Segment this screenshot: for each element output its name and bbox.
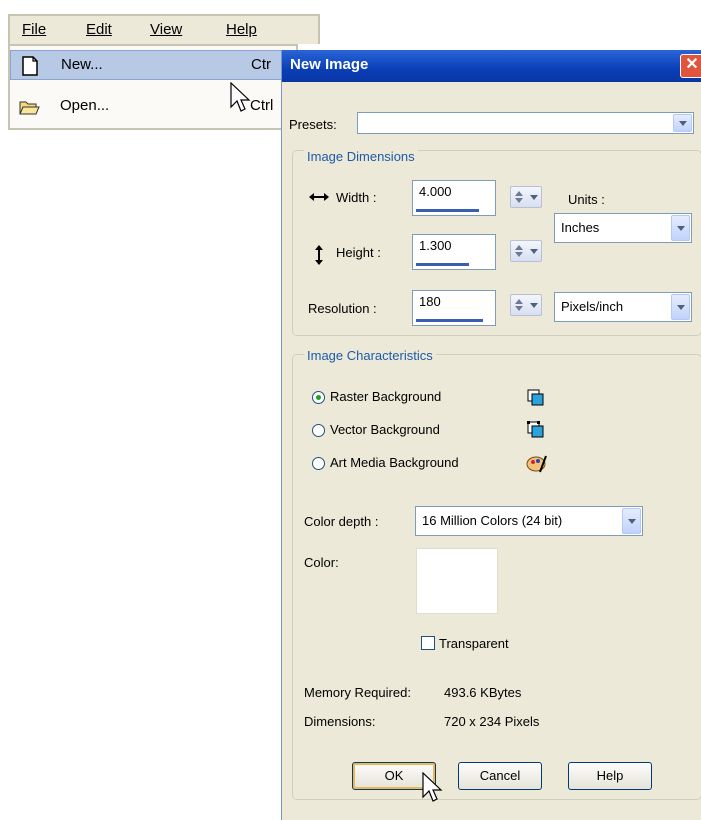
height-arrows-icon	[315, 245, 323, 265]
width-arrows-icon	[309, 193, 329, 201]
height-label: Height :	[336, 245, 381, 260]
transparent-checkbox[interactable]	[421, 636, 435, 650]
art-media-background-label: Art Media Background	[330, 455, 459, 470]
new-document-icon	[22, 56, 38, 76]
color-label: Color:	[304, 555, 339, 570]
cancel-button[interactable]: Cancel	[458, 762, 542, 790]
help-button[interactable]: Help	[568, 762, 652, 790]
color-swatch[interactable]	[416, 548, 498, 614]
dialog-title-bar[interactable]: New Image ✕	[282, 50, 701, 82]
height-spinner[interactable]	[510, 240, 542, 262]
open-folder-icon	[19, 101, 40, 115]
chevron-down-icon[interactable]	[622, 508, 641, 534]
width-spinner[interactable]	[510, 186, 542, 208]
close-icon: ✕	[685, 56, 699, 73]
color-depth-value: 16 Million Colors (24 bit)	[422, 513, 563, 528]
art-media-background-radio[interactable]	[312, 457, 325, 470]
menu-view[interactable]: View	[150, 21, 182, 38]
close-button[interactable]: ✕	[680, 54, 701, 78]
menu-item-new-shortcut: Ctr	[251, 56, 271, 73]
memory-label: Memory Required:	[304, 685, 411, 700]
resolution-units-select[interactable]: Pixels/inch	[554, 292, 692, 322]
raster-layer-icon	[527, 389, 544, 406]
height-input[interactable]: 1.300	[412, 234, 496, 270]
menu-item-open[interactable]: Open... Ctrl	[10, 92, 296, 122]
menu-edit[interactable]: Edit	[86, 21, 112, 38]
memory-value: 493.6 KBytes	[444, 685, 522, 700]
resolution-label: Resolution :	[308, 301, 377, 316]
presets-select[interactable]	[357, 112, 694, 134]
resolution-spinner[interactable]	[510, 294, 542, 316]
units-label: Units :	[568, 192, 605, 207]
chevron-down-icon[interactable]	[673, 114, 692, 132]
width-value: 4.000	[419, 184, 452, 199]
art-media-icon	[526, 455, 547, 473]
new-image-dialog: New Image ✕ Presets: Image Dimensions Wi…	[281, 50, 701, 820]
chevron-down-icon[interactable]	[671, 215, 690, 241]
raster-background-label: Raster Background	[330, 389, 442, 404]
raster-background-radio[interactable]	[312, 391, 325, 404]
dialog-title: New Image	[290, 56, 369, 73]
color-depth-label: Color depth :	[304, 514, 379, 529]
resolution-value: 180	[419, 294, 441, 309]
dimensions-value: 720 x 234 Pixels	[444, 714, 540, 729]
dimensions-label: Dimensions:	[304, 714, 376, 729]
menu-item-new[interactable]: New... Ctr	[10, 50, 296, 80]
image-dimensions-title: Image Dimensions	[304, 149, 418, 164]
vector-layer-icon	[527, 421, 544, 438]
units-value: Inches	[561, 220, 600, 235]
menu-bar: File Edit View Help	[8, 14, 320, 44]
menu-item-new-label: New...	[61, 56, 103, 73]
menu-item-open-shortcut: Ctrl	[250, 97, 274, 114]
width-progress-bar	[416, 209, 479, 212]
mouse-pointer-icon	[230, 82, 251, 112]
vector-background-label: Vector Background	[330, 422, 440, 437]
width-label: Width :	[336, 190, 377, 205]
menu-help[interactable]: Help	[226, 21, 257, 38]
image-characteristics-title: Image Characteristics	[304, 348, 436, 363]
menu-item-open-label: Open...	[60, 97, 110, 114]
resolution-progress-bar	[416, 319, 483, 322]
transparent-label: Transparent	[439, 636, 509, 651]
height-value: 1.300	[419, 238, 452, 253]
resolution-input[interactable]: 180	[412, 290, 496, 326]
color-depth-select[interactable]: 16 Million Colors (24 bit)	[415, 506, 643, 536]
units-select[interactable]: Inches	[554, 213, 692, 243]
width-input[interactable]: 4.000	[412, 180, 496, 216]
mouse-pointer-icon	[422, 772, 443, 802]
presets-label: Presets:	[289, 117, 337, 132]
file-menu-dropdown: New... Ctr Open... Ctrl	[8, 44, 298, 130]
chevron-down-icon[interactable]	[671, 294, 690, 320]
resolution-units-value: Pixels/inch	[561, 299, 624, 314]
vector-background-radio[interactable]	[312, 424, 325, 437]
height-progress-bar	[416, 263, 469, 266]
menu-file[interactable]: File	[22, 21, 46, 38]
